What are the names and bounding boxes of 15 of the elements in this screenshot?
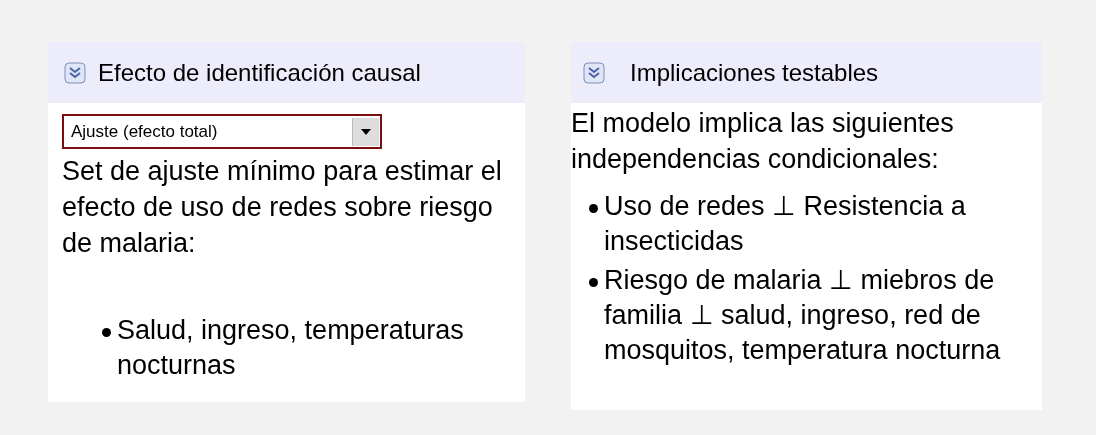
panel-header[interactable]: Implicaciones testables <box>571 42 1042 103</box>
collapse-icon[interactable] <box>64 61 86 84</box>
panel-header[interactable]: Efecto de identificación causal <box>48 42 525 103</box>
panel-title: Efecto de identificación causal <box>98 58 421 87</box>
list-item: Salud, ingreso, temperaturas nocturnas <box>117 314 465 382</box>
collapse-icon[interactable] <box>583 61 605 84</box>
description-text: El modelo implica las siguientes independencias condicionales: <box>571 107 955 176</box>
adjustment-dropdown[interactable]: Ajuste (efecto total) <box>62 114 382 149</box>
panel-title: Implicaciones testables <box>630 58 879 87</box>
description-text: Set de ajuste mínimo para estimar el efecto de uso de redes sobre riesgo de malaria: <box>62 155 502 260</box>
list-item: Riesgo de malaria ⊥ miebros de familia ⊥ salud, ingreso, red de mosquitos, temperatura nocturna <box>604 264 1002 367</box>
bullet-icon <box>589 204 598 213</box>
bullet-icon <box>589 278 598 287</box>
list-item: Uso de redes ⊥ Resistencia a insecticidas <box>604 190 967 258</box>
bullet-icon <box>102 328 111 337</box>
